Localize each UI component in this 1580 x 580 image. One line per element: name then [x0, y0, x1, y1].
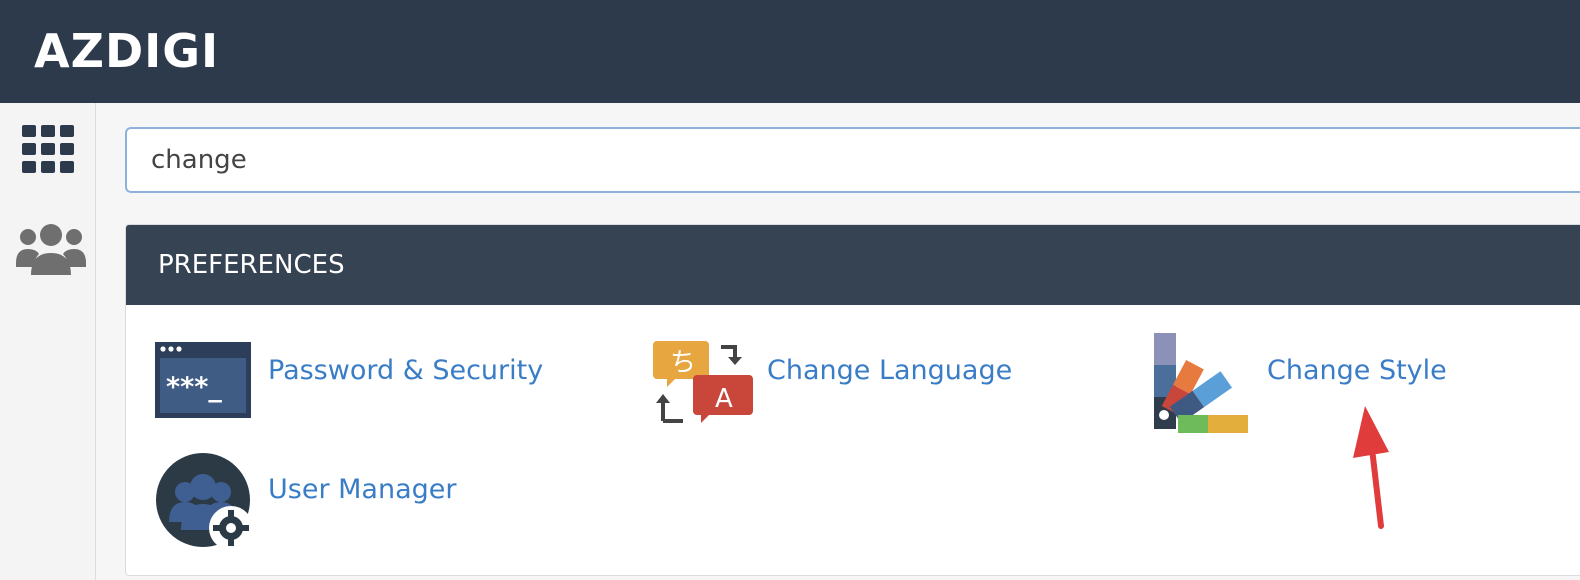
svg-text:A: A	[715, 384, 733, 414]
user-manager-label: User Manager	[268, 474, 457, 505]
grid-icon[interactable]	[20, 123, 80, 184]
section-title: PREFERENCES	[126, 225, 1580, 305]
users-icon[interactable]	[14, 221, 88, 282]
style-palette-icon	[1154, 333, 1254, 438]
svg-text:ち: ち	[670, 348, 696, 378]
red-arrow-icon	[1345, 400, 1405, 535]
user-manager-icon	[155, 452, 255, 557]
language-icon: ち A	[653, 331, 753, 436]
password-icon: ***_	[155, 342, 251, 423]
password-security-label: Password & Security	[268, 355, 544, 386]
brand-logo[interactable]: AZDIGI	[34, 24, 219, 78]
sidebar	[0, 103, 96, 580]
change-style-label: Change Style	[1267, 355, 1447, 386]
svg-text:***_: ***_	[166, 372, 222, 403]
change-language-label: Change Language	[767, 355, 1013, 386]
top-bar: AZDIGI	[0, 0, 1580, 103]
search-input[interactable]	[125, 127, 1580, 193]
